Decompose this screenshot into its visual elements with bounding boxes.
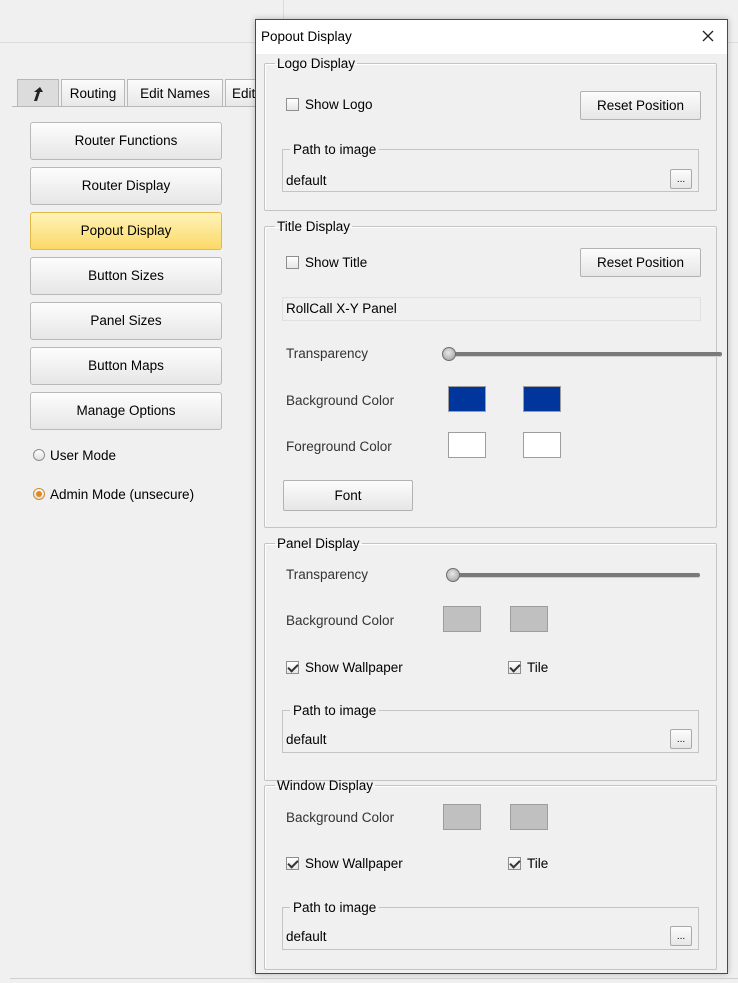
panel-tile-label: Tile bbox=[527, 660, 549, 675]
panel-transparency-handle[interactable] bbox=[446, 568, 460, 582]
title-background-swatch-1[interactable] bbox=[448, 386, 486, 412]
arrow-icon bbox=[34, 87, 43, 101]
panel-browse-button[interactable]: ... bbox=[670, 729, 692, 749]
checkbox-box bbox=[286, 857, 299, 870]
panel-display-legend: Panel Display bbox=[277, 536, 360, 551]
panel-background-swatch-2[interactable] bbox=[510, 606, 548, 632]
path-legend: Path to image bbox=[293, 142, 377, 157]
title-transparency-handle[interactable] bbox=[442, 347, 456, 361]
window-display-legend: Window Display bbox=[277, 778, 374, 793]
popout-window: Popout Display Logo Display Show Logo Re… bbox=[255, 19, 728, 974]
show-logo-checkbox[interactable]: Show Logo bbox=[286, 97, 373, 112]
router-functions-button[interactable]: Router Functions bbox=[30, 122, 222, 160]
tab-edit[interactable]: Edit bbox=[225, 79, 257, 106]
title-foreground-label: Foreground Color bbox=[286, 439, 392, 454]
title-display-legend: Title Display bbox=[277, 219, 351, 234]
checkbox-box bbox=[508, 661, 521, 674]
title-text-field[interactable]: RollCall X-Y Panel bbox=[282, 297, 701, 321]
router-display-button[interactable]: Router Display bbox=[30, 167, 222, 205]
title-foreground-swatch-2[interactable] bbox=[523, 432, 561, 458]
radio-indicator bbox=[33, 449, 45, 461]
window-path-value: default bbox=[286, 929, 327, 944]
panel-sizes-button[interactable]: Panel Sizes bbox=[30, 302, 222, 340]
logo-path-group: Path to image bbox=[282, 142, 699, 192]
title-reset-position-button[interactable]: Reset Position bbox=[580, 248, 701, 277]
title-transparency-track[interactable] bbox=[444, 352, 722, 356]
title-transparency-label: Transparency bbox=[286, 346, 369, 361]
panel-transparency-track[interactable] bbox=[448, 573, 700, 577]
radio-indicator bbox=[33, 488, 45, 500]
window-show-wallpaper-label: Show Wallpaper bbox=[305, 856, 403, 871]
show-title-label: Show Title bbox=[305, 255, 368, 270]
checkbox-box bbox=[508, 857, 521, 870]
close-icon[interactable] bbox=[697, 25, 719, 47]
show-logo-label: Show Logo bbox=[305, 97, 373, 112]
admin-mode-label: Admin Mode (unsecure) bbox=[50, 486, 195, 502]
popout-display-button[interactable]: Popout Display bbox=[30, 212, 222, 250]
logo-browse-button[interactable]: ... bbox=[670, 169, 692, 189]
window-background-swatch-2[interactable] bbox=[510, 804, 548, 830]
logo-path-value: default bbox=[286, 173, 327, 188]
user-mode-label: User Mode bbox=[50, 447, 117, 463]
path-legend: Path to image bbox=[293, 900, 377, 915]
panel-path-value: default bbox=[286, 732, 327, 747]
title-background-swatch-2[interactable] bbox=[523, 386, 561, 412]
window-path-group: Path to image bbox=[282, 900, 699, 950]
path-legend: Path to image bbox=[293, 703, 377, 718]
checkbox-box bbox=[286, 98, 299, 111]
logo-display-legend: Logo Display bbox=[277, 56, 356, 71]
button-maps-button[interactable]: Button Maps bbox=[30, 347, 222, 385]
panel-background-swatch-1[interactable] bbox=[443, 606, 481, 632]
panel-transparency-label: Transparency bbox=[286, 567, 369, 582]
manage-options-button[interactable]: Manage Options bbox=[30, 392, 222, 430]
tab-routing[interactable]: Routing bbox=[61, 79, 125, 106]
panel-background-label: Background Color bbox=[286, 613, 395, 628]
panel-show-wallpaper-label: Show Wallpaper bbox=[305, 660, 403, 675]
window-background-label: Background Color bbox=[286, 810, 395, 825]
window-show-wallpaper-checkbox[interactable]: Show Wallpaper bbox=[286, 856, 403, 871]
panel-tile-checkbox[interactable]: Tile bbox=[508, 660, 548, 675]
title-foreground-swatch-1[interactable] bbox=[448, 432, 486, 458]
button-sizes-button[interactable]: Button Sizes bbox=[30, 257, 222, 295]
title-background-label: Background Color bbox=[286, 393, 395, 408]
panel-path-group: Path to image bbox=[282, 703, 699, 753]
tab-edit-names[interactable]: Edit Names bbox=[127, 79, 223, 106]
panel-show-wallpaper-checkbox[interactable]: Show Wallpaper bbox=[286, 660, 403, 675]
tab-arrow[interactable] bbox=[17, 79, 59, 106]
window-tile-checkbox[interactable]: Tile bbox=[508, 856, 548, 871]
window-background-swatch-1[interactable] bbox=[443, 804, 481, 830]
user-mode-radio[interactable]: User Mode bbox=[33, 446, 116, 464]
font-button[interactable]: Font bbox=[283, 480, 413, 511]
logo-reset-position-button[interactable]: Reset Position bbox=[580, 91, 701, 120]
window-tile-label: Tile bbox=[527, 856, 549, 871]
checkbox-box bbox=[286, 256, 299, 269]
show-title-checkbox[interactable]: Show Title bbox=[286, 255, 367, 270]
window-browse-button[interactable]: ... bbox=[670, 926, 692, 946]
checkbox-box bbox=[286, 661, 299, 674]
admin-mode-radio[interactable]: Admin Mode (unsecure) bbox=[33, 485, 194, 503]
window-title: Popout Display bbox=[261, 29, 352, 44]
